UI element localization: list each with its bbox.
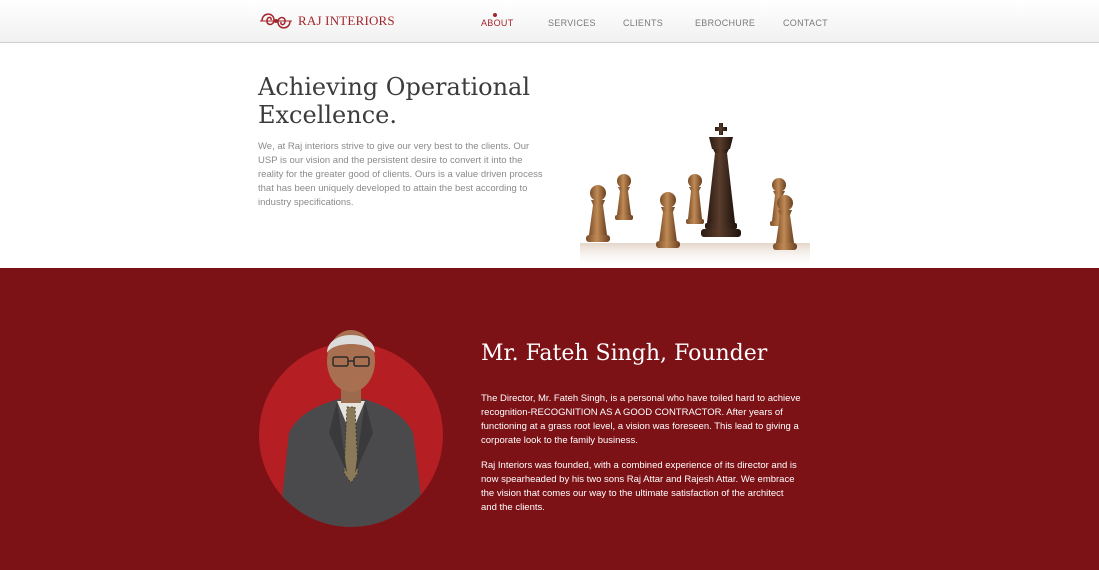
main-nav: ABOUT SERVICES CLIENTS EBROCHURE CONTACT: [0, 0, 1099, 42]
founder-paragraph-1: The Director, Mr. Fateh Singh, is a pers…: [481, 393, 801, 446]
nav-contact[interactable]: CONTACT: [783, 18, 828, 28]
nav-services[interactable]: SERVICES: [548, 18, 596, 28]
chess-pieces-image: [580, 123, 810, 268]
site-header: RAJ INTERIORS ABOUT SERVICES CLIENTS EBR…: [0, 0, 1099, 43]
founder-portrait: [279, 330, 425, 527]
nav-clients[interactable]: CLIENTS: [623, 18, 663, 28]
active-indicator-dot: [493, 13, 497, 17]
founder-title: Mr. Fateh Singh, Founder: [481, 341, 768, 366]
nav-ebrochure[interactable]: EBROCHURE: [695, 18, 755, 28]
founder-paragraph-2: Raj Interiors was founded, with a combin…: [481, 460, 797, 513]
intro-title: Achieving Operational Excellence.: [258, 73, 531, 129]
intro-section: Achieving Operational Excellence. We, at…: [0, 43, 1099, 268]
intro-text: We, at Raj interiors strive to give our …: [258, 141, 543, 208]
founder-section: Mr. Fateh Singh, Founder The Director, M…: [0, 268, 1099, 570]
nav-about[interactable]: ABOUT: [481, 18, 514, 28]
